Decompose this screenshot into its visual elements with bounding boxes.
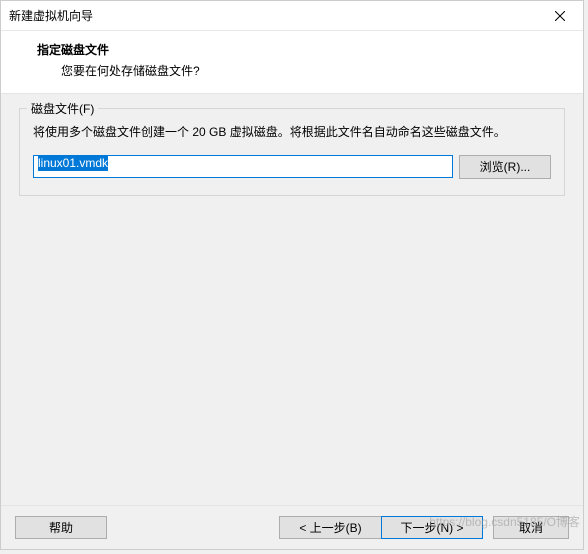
- page-title: 指定磁盘文件: [23, 41, 561, 58]
- disk-file-input[interactable]: linux01.vmdk: [33, 155, 453, 178]
- page-subtitle: 您要在何处存储磁盘文件?: [23, 62, 561, 79]
- disk-file-group: 磁盘文件(F) 将使用多个磁盘文件创建一个 20 GB 虚拟磁盘。将根据此文件名…: [19, 108, 565, 196]
- wizard-body: 磁盘文件(F) 将使用多个磁盘文件创建一个 20 GB 虚拟磁盘。将根据此文件名…: [1, 94, 583, 505]
- close-icon: [555, 11, 565, 21]
- cancel-button[interactable]: 取消: [493, 516, 569, 539]
- window-title: 新建虚拟机向导: [9, 7, 93, 24]
- file-row: linux01.vmdk 浏览(R)...: [33, 155, 551, 179]
- next-button[interactable]: 下一步(N) >: [381, 516, 483, 539]
- close-button[interactable]: [539, 2, 581, 30]
- wizard-window: 新建虚拟机向导 指定磁盘文件 您要在何处存储磁盘文件? 磁盘文件(F) 将使用多…: [0, 0, 584, 550]
- back-button[interactable]: < 上一步(B): [279, 516, 381, 539]
- browse-button[interactable]: 浏览(R)...: [459, 155, 551, 179]
- disk-file-value: linux01.vmdk: [38, 155, 108, 171]
- wizard-header: 指定磁盘文件 您要在何处存储磁盘文件?: [1, 31, 583, 94]
- help-button[interactable]: 帮助: [15, 516, 107, 539]
- group-label: 磁盘文件(F): [27, 100, 98, 117]
- group-description: 将使用多个磁盘文件创建一个 20 GB 虚拟磁盘。将根据此文件名自动命名这些磁盘…: [33, 123, 551, 143]
- titlebar: 新建虚拟机向导: [1, 1, 583, 31]
- wizard-footer: 帮助 < 上一步(B) 下一步(N) > 取消: [1, 505, 583, 549]
